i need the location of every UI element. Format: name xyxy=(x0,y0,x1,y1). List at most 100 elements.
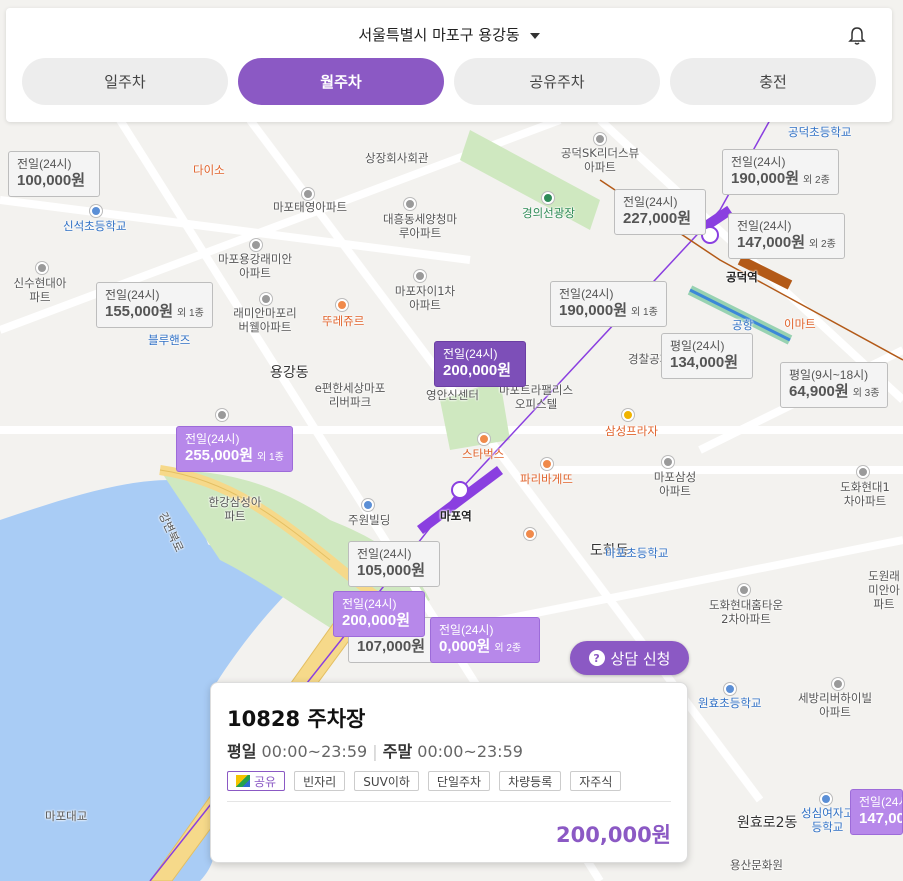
marker-price: 147,000 xyxy=(859,810,902,827)
cafe-icon xyxy=(478,433,490,445)
apartment-icon xyxy=(662,456,674,468)
marker-type: 평일(9시~18시) xyxy=(789,368,869,382)
tag: 자주식 xyxy=(570,771,622,791)
map-place-label: 마포트라팰리스오피스텔 xyxy=(498,383,574,411)
parking-lot-card[interactable]: 10828 주차장 평일 00:00~23:59 | 주말 00:00~23:5… xyxy=(210,682,688,863)
map-place-label: 신석초등학교 xyxy=(63,219,127,233)
marker-price: 105,000원 xyxy=(357,562,426,579)
marker-extra: 외 1종 xyxy=(257,452,284,463)
map-place-label: 영안신센터 xyxy=(426,388,479,402)
weekend-label: 주말 xyxy=(382,742,413,761)
feature-tags: 공유 빈자리 SUV이하 단일주차 차량등록 자주식 xyxy=(227,771,622,791)
map-place-label: 이마트 xyxy=(784,317,816,331)
weekday-hours: 00:00~23:59 xyxy=(261,742,368,761)
marker-extra: 외 2종 xyxy=(494,643,522,654)
parking-marker[interactable]: 전일(24시) 227,000원 xyxy=(614,189,706,235)
map-place-label: 공덕초등학교 xyxy=(788,125,852,139)
map-place-label: 도화현대홈타운2차아파트 xyxy=(708,598,784,626)
map-place-label: 뚜레쥬르 xyxy=(322,314,365,328)
zoomansa-logo-icon xyxy=(236,775,250,787)
app: 상장회사회관 마포태영아파트 대흥동세양청마루아파트 마포용강래미안아파트 래미… xyxy=(0,0,903,881)
marker-price: 200,000원 xyxy=(443,362,512,379)
dropdown-arrow-icon xyxy=(529,32,540,39)
weekend-hours: 00:00~23:59 xyxy=(417,742,523,761)
help-icon: ? xyxy=(588,650,605,666)
parking-marker[interactable]: 전일(24시) 190,000원 외 2종 xyxy=(722,149,839,195)
map-place-label: 삼성프라자 xyxy=(605,424,658,438)
parking-marker[interactable]: 전일(24시) 147,000원 외 2종 xyxy=(728,213,845,259)
bakery-icon xyxy=(336,299,348,311)
map-place-label: 경의선광장 xyxy=(522,206,575,220)
parking-marker[interactable]: 평일(9시~18시) 64,900원 외 3종 xyxy=(780,362,889,408)
building-icon xyxy=(362,499,374,511)
apartment-icon xyxy=(414,270,426,282)
tab-shared[interactable]: 공유주차 xyxy=(454,58,660,105)
map-place-label: 대흥동세양청마루아파트 xyxy=(382,212,458,240)
weekday-label: 평일 xyxy=(227,742,257,761)
tab-daily[interactable]: 일주차 xyxy=(22,58,228,105)
parking-marker[interactable]: 전일(24시) 105,000원 xyxy=(348,541,440,587)
marker-price: 100,000원 xyxy=(17,172,86,189)
map-place-label: 세방리버하이빌아파트 xyxy=(797,691,873,719)
map-place-label: 블루핸즈 xyxy=(148,333,191,347)
location-label: 서울특별시 마포구 용강동 xyxy=(358,26,520,44)
consult-label: 상담 신청 xyxy=(610,649,671,668)
map-place-label: 용강동 xyxy=(270,365,309,381)
bell-icon[interactable] xyxy=(848,26,866,46)
map-place-label: 공덕역 xyxy=(726,270,758,284)
parking-marker[interactable]: 전일(24시) 200,000원 xyxy=(434,341,526,387)
apartment-icon xyxy=(260,293,272,305)
map-place-label: 마포태영아파트 xyxy=(272,200,348,214)
operating-hours: 평일 00:00~23:59 | 주말 00:00~23:59 xyxy=(227,742,523,761)
parking-marker[interactable]: 전일(24시) 200,000원 xyxy=(333,591,425,637)
top-bar: 서울특별시 마포구 용강동 일주차 월주차 공유주차 충전 xyxy=(6,8,892,122)
marker-price: 190,000원 xyxy=(559,302,628,319)
parking-marker[interactable]: 전일(24시) 190,000원 외 1종 xyxy=(550,281,667,327)
marker-type: 전일(24시) xyxy=(737,219,792,233)
marker-type: 전일(24시) xyxy=(105,288,160,302)
tag: 차량등록 xyxy=(499,771,562,791)
marker-type: 전일(24시) xyxy=(342,597,397,611)
marker-type: 평일(24시) xyxy=(670,339,725,353)
map-place-label: 주원빌딩 xyxy=(348,513,391,527)
parking-marker[interactable]: 평일(24시) 134,000원 xyxy=(661,333,753,379)
marker-price: 147,000원 xyxy=(737,234,806,251)
parking-marker[interactable]: 전일(24시)147,000 xyxy=(850,789,903,835)
tag: 빈자리 xyxy=(294,771,346,791)
apartment-icon xyxy=(216,409,228,421)
tab-charging[interactable]: 충전 xyxy=(670,58,876,105)
marker-price: 64,900원 xyxy=(789,383,849,400)
map-place-label: 파리바게뜨 xyxy=(520,472,573,486)
map-place-label: 마포초등학교 xyxy=(605,546,669,560)
map-place-label: 상장회사회관 xyxy=(365,151,429,165)
map-place-label: 마포자이1차아파트 xyxy=(394,284,456,312)
apartment-icon xyxy=(857,466,869,478)
map-place-label: 한강삼성아파트 xyxy=(208,495,262,523)
marker-type: 전일(24시) xyxy=(559,287,614,301)
apartment-icon xyxy=(36,262,48,274)
marker-type: 전일(24시) xyxy=(17,157,72,171)
tag: SUV이하 xyxy=(354,771,419,791)
apartment-icon xyxy=(250,239,262,251)
marker-type: 전일(24시) xyxy=(859,795,902,809)
marker-type: 전일(24시) xyxy=(443,347,498,361)
marker-extra: 외 1종 xyxy=(631,307,658,318)
location-selector[interactable]: 서울특별시 마포구 용강동 xyxy=(6,24,892,45)
marker-extra: 외 3종 xyxy=(852,388,880,399)
parking-marker[interactable]: 전일(24시) 100,000원 xyxy=(8,151,100,197)
school-icon xyxy=(90,205,102,217)
consult-button[interactable]: ? 상담 신청 xyxy=(570,641,689,675)
marker-extra: 외 1종 xyxy=(177,308,204,319)
marker-price: 200,000원 xyxy=(342,612,411,629)
tag-share: 공유 xyxy=(227,771,286,791)
map-place-label: 원효로2동 xyxy=(737,815,798,831)
map-place-label: e편한세상마포리버파크 xyxy=(314,381,386,409)
marker-price: 134,000원 xyxy=(670,354,739,371)
parking-marker[interactable]: 전일(24시) 255,000원 외 1종 xyxy=(176,426,293,472)
tab-monthly[interactable]: 월주차 xyxy=(238,58,444,105)
map-place-label: 공덕SK리더스뷰아파트 xyxy=(560,146,640,174)
parking-marker[interactable]: 전일(24시) 0,000원 외 2종 xyxy=(430,617,540,663)
parking-marker[interactable]: 전일(24시) 155,000원 외 1종 xyxy=(96,282,213,328)
lot-price: 200,000원 xyxy=(556,823,671,847)
divider xyxy=(227,801,671,802)
